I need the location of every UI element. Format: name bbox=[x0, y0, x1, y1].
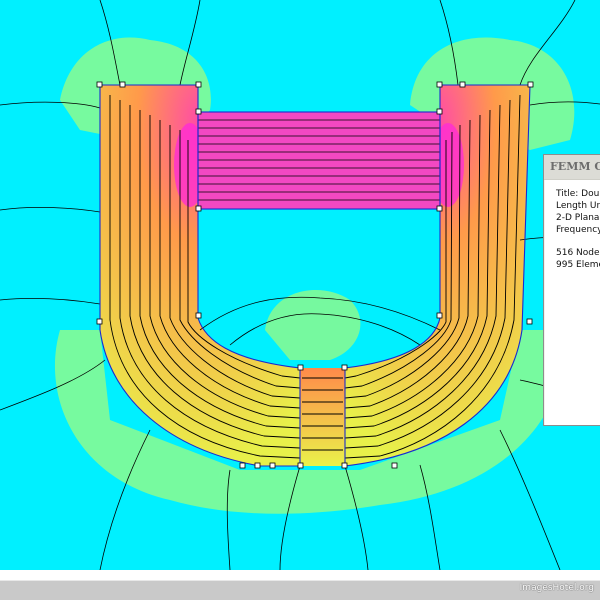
output-line-length-units: Length Ur bbox=[556, 201, 600, 211]
output-line-frequency: Frequency bbox=[556, 225, 600, 235]
femm-output-window[interactable]: FEMM Ou Title: Dou Length Ur 2-D Plana F… bbox=[543, 154, 600, 426]
output-line-problem-type: 2-D Plana bbox=[556, 213, 600, 223]
bottom-bridge bbox=[300, 368, 345, 466]
watermark-text: ImagesHotel.org bbox=[519, 583, 594, 593]
conductor-block bbox=[198, 112, 440, 209]
output-window-title: FEMM Ou bbox=[544, 155, 600, 180]
output-line-nodes: 516 Node bbox=[556, 248, 600, 258]
output-line-elements: 995 Eleme bbox=[556, 260, 600, 270]
output-line-title: Title: Dou bbox=[556, 189, 600, 199]
bottom-band: ImagesHotel.org bbox=[0, 570, 600, 600]
output-window-body: Title: Dou Length Ur 2-D Plana Frequency… bbox=[545, 180, 600, 425]
femm-field-plot[interactable] bbox=[0, 0, 600, 570]
bottom-bar: ImagesHotel.org bbox=[0, 580, 600, 600]
